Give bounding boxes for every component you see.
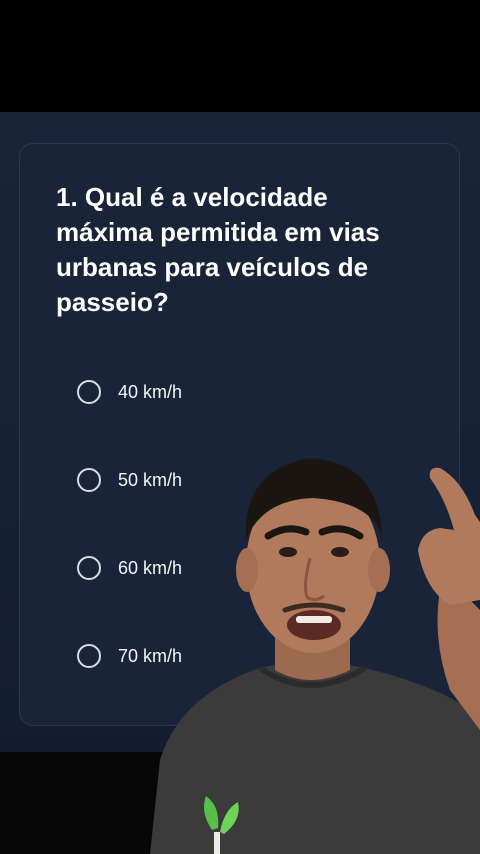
radio-unchecked-icon[interactable] [77,556,101,580]
pointing-hand [418,467,480,605]
radio-unchecked-icon[interactable] [77,468,101,492]
answer-option-40[interactable]: 40 km/h [77,377,277,407]
presenter-overlay [150,458,480,854]
radio-unchecked-icon[interactable] [77,380,101,404]
radio-unchecked-icon[interactable] [77,644,101,668]
answer-option-label: 40 km/h [118,381,183,402]
question-text: 1. Qual é a velocidade máxima permitida … [56,182,380,317]
